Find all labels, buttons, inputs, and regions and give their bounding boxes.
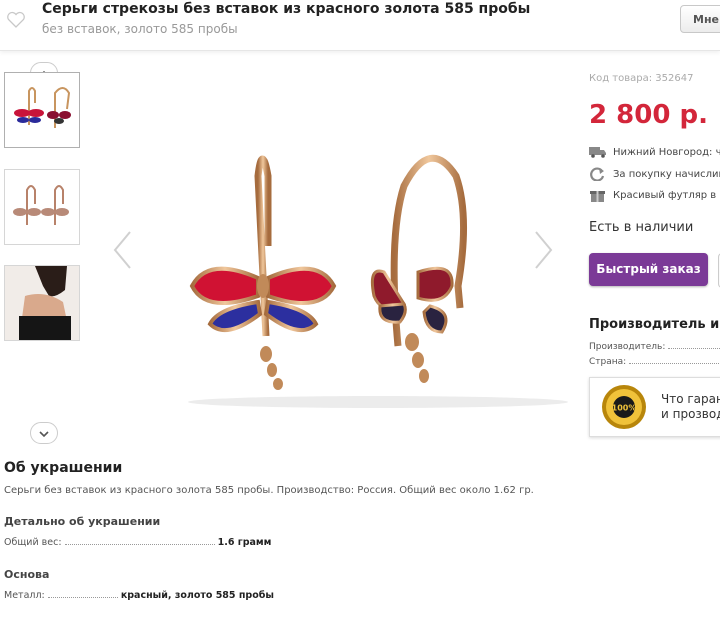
weight-value: 1.6 грамм [217, 537, 272, 548]
weight-label: Общий вес: [4, 537, 62, 548]
product-subtitle: без вставок, золото 585 пробы [42, 22, 238, 36]
manufacturer-title: Производитель и п [589, 317, 720, 332]
maker-label: Производитель: [589, 342, 666, 352]
truck-icon [589, 147, 606, 158]
product-image [188, 154, 568, 408]
stock-status: Есть в наличии [589, 220, 694, 235]
country-label: Страна: [589, 357, 627, 367]
about-description: Серьги без вставок из красного золота 58… [4, 485, 534, 496]
thumbnail-model[interactable] [4, 265, 80, 341]
metal-row: Металл: красный, золото 585 пробы [4, 590, 274, 601]
guarantee-line-1: Что гарант [661, 392, 720, 406]
guarantee-text: Что гарант и прозвод [661, 392, 720, 422]
product-price: 2 800 р. [589, 100, 708, 130]
country-row: Страна: [589, 357, 720, 367]
seal-label: 100% [612, 404, 637, 413]
gift-icon [590, 191, 605, 202]
product-code: Код товара: 352647 [589, 73, 694, 84]
thumbnail-earrings-side[interactable] [4, 169, 80, 245]
maker-row: Производитель: [589, 342, 720, 352]
weight-row: Общий вес: 1.6 грамм [4, 537, 271, 548]
guarantee-line-2: и прозвод [661, 407, 720, 421]
bonus-text: За покупку начислим [613, 169, 720, 180]
quick-order-button[interactable]: Быстрый заказ [589, 253, 708, 286]
delivery-text: Нижний Новгород: че [613, 147, 720, 158]
guarantee-banner[interactable]: 100% Что гарант и прозвод [589, 377, 720, 437]
guarantee-seal-icon: 100% [602, 385, 646, 429]
product-header: Серьги стрекозы без вставок из красного … [0, 0, 720, 51]
gift-text: Красивый футляр в [613, 190, 717, 201]
chevron-left-icon[interactable] [110, 228, 134, 272]
about-title: Об украшении [4, 460, 123, 476]
more-button[interactable]: Мне [680, 5, 720, 33]
metal-value: красный, золото 585 пробы [120, 590, 274, 601]
thumbnail-earrings-pair[interactable] [4, 72, 80, 148]
product-title: Серьги стрекозы без вставок из красного … [42, 1, 531, 17]
heart-icon[interactable] [6, 10, 26, 30]
delivery-info: Нижний Новгород: че [589, 146, 720, 162]
base-title: Основа [4, 568, 50, 581]
details-title: Детально об украшении [4, 515, 161, 528]
bonus-info: За покупку начислим [589, 167, 720, 183]
refresh-icon [590, 167, 605, 181]
metal-label: Металл: [4, 590, 45, 601]
chevron-down-icon[interactable] [30, 422, 58, 444]
gift-info: Красивый футляр в [589, 188, 716, 204]
